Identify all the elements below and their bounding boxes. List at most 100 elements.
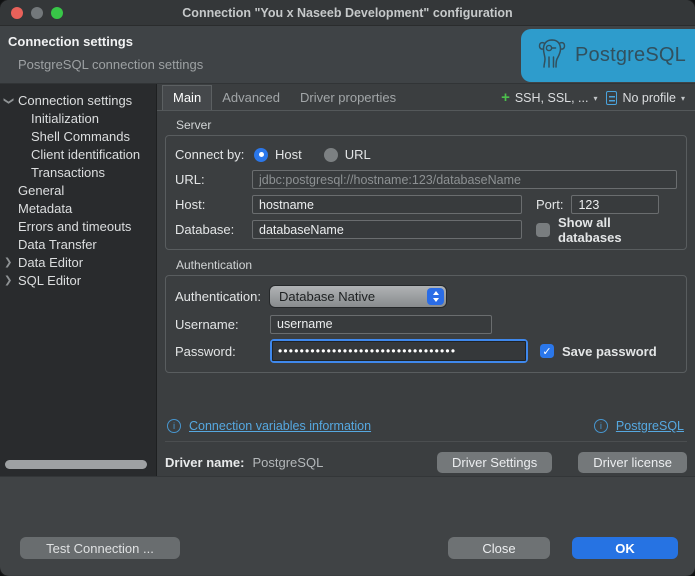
connection-variables-link[interactable]: Connection variables information xyxy=(189,419,371,433)
url-radio-label[interactable]: URL xyxy=(345,147,371,162)
window-controls xyxy=(11,7,63,19)
dialog-footer: Test Connection ... Close OK xyxy=(0,477,695,575)
host-row: Host: Port: xyxy=(175,192,677,217)
host-radio[interactable] xyxy=(254,147,268,162)
close-button[interactable]: Close xyxy=(448,537,550,559)
driver-name-label: Driver name: xyxy=(165,455,245,470)
postgresql-driver-link[interactable]: PostgreSQL xyxy=(616,419,684,433)
url-label: URL: xyxy=(175,172,205,187)
dialog-body: Connection settings Initialization Shell… xyxy=(0,84,695,477)
links-row: Connection variables information Postgre… xyxy=(165,419,687,433)
tree-item-transactions[interactable]: Transactions xyxy=(0,164,156,182)
authentication-group-label: Authentication xyxy=(176,258,253,272)
host-radio-label[interactable]: Host xyxy=(275,147,302,162)
username-row: Username: xyxy=(175,311,677,337)
tab-toolbar: SSH, SSL, ... No profile xyxy=(501,91,685,110)
authentication-row: Authentication: Database Native xyxy=(175,282,677,311)
add-icon xyxy=(501,92,510,104)
database-label: Database: xyxy=(175,222,235,237)
password-label: Password: xyxy=(175,343,236,359)
horizontal-scrollbar[interactable] xyxy=(5,460,147,469)
tree-item-general[interactable]: General xyxy=(0,182,156,200)
page-title: Connection settings xyxy=(8,34,133,49)
tree-item-metadata[interactable]: Metadata xyxy=(0,200,156,218)
driver-link-cluster: PostgreSQL xyxy=(593,419,684,433)
page-subtitle: PostgreSQL connection settings xyxy=(18,57,204,72)
authentication-groupbox: Authentication: Database Native Username… xyxy=(165,275,687,373)
info-icon xyxy=(593,419,608,433)
zoom-window-button[interactable] xyxy=(51,7,63,19)
driver-row: Driver name: PostgreSQL Driver Settings … xyxy=(165,452,687,473)
authentication-label: Authentication: xyxy=(175,289,262,304)
tree-item-label: Errors and timeouts xyxy=(18,219,132,234)
connect-by-label: Connect by: xyxy=(175,147,245,162)
server-groupbox: Connect by: Host URL URL: Host: Port: xyxy=(165,135,687,250)
chevron-right-icon[interactable] xyxy=(4,254,16,272)
tree-item-data-editor[interactable]: Data Editor xyxy=(0,254,156,272)
chevron-right-icon[interactable] xyxy=(4,272,16,290)
url-radio[interactable] xyxy=(323,147,338,162)
postgresql-logo-badge: PostgreSQL xyxy=(521,29,695,82)
url-input[interactable] xyxy=(252,170,677,189)
password-row: Password: Save password xyxy=(175,337,677,365)
tree-item-label: Data Transfer xyxy=(18,237,97,252)
tree-item-errors-and-timeouts[interactable]: Errors and timeouts xyxy=(0,218,156,236)
database-input[interactable] xyxy=(252,220,522,239)
server-group-label: Server xyxy=(176,118,212,132)
tab-advanced[interactable]: Advanced xyxy=(212,86,290,110)
title-bar: Connection "You x Naseeb Development" co… xyxy=(0,0,695,26)
url-row: URL: xyxy=(175,167,677,192)
chevron-down-icon[interactable] xyxy=(593,94,597,103)
chevron-down-icon[interactable] xyxy=(681,94,685,103)
show-all-databases-checkbox[interactable] xyxy=(536,222,550,237)
tree-item-connection-settings[interactable]: Connection settings xyxy=(0,92,156,110)
host-label: Host: xyxy=(175,197,206,212)
ok-button[interactable]: OK xyxy=(572,537,678,559)
tree-item-label: SQL Editor xyxy=(18,273,82,288)
driver-license-button[interactable]: Driver license xyxy=(578,452,687,473)
tree-item-sql-editor[interactable]: SQL Editor xyxy=(0,272,156,290)
select-chevrons-icon xyxy=(427,288,444,305)
authentication-selected-value: Database Native xyxy=(279,289,376,304)
password-focus-ring xyxy=(270,339,528,363)
authentication-select[interactable]: Database Native xyxy=(270,286,446,307)
dialog-header: Connection settings PostgreSQL connectio… xyxy=(0,26,695,84)
connect-by-row: Connect by: Host URL xyxy=(175,142,677,167)
database-row: Database: Show all databases xyxy=(175,215,677,245)
port-label: Port: xyxy=(536,197,564,212)
close-window-button[interactable] xyxy=(11,7,23,19)
tree-item-label: Metadata xyxy=(18,201,73,216)
variables-link-cluster: Connection variables information xyxy=(167,419,371,433)
port-input[interactable] xyxy=(571,195,660,214)
tree-item-shell-commands[interactable]: Shell Commands xyxy=(0,128,156,146)
host-input[interactable] xyxy=(252,195,522,214)
tree-item-client-identification[interactable]: Client identification xyxy=(0,146,156,164)
minimize-window-button[interactable] xyxy=(31,7,43,19)
test-connection-button[interactable]: Test Connection ... xyxy=(20,537,180,559)
postgresql-elephant-icon xyxy=(536,36,568,75)
password-input[interactable] xyxy=(272,341,526,361)
show-all-databases-label[interactable]: Show all databases xyxy=(558,215,677,245)
save-password-label[interactable]: Save password xyxy=(562,344,657,359)
profile-document-icon xyxy=(606,91,618,105)
profile-dropdown[interactable]: No profile xyxy=(622,91,676,105)
tree-item-initialization[interactable]: Initialization xyxy=(0,110,156,128)
tab-main[interactable]: Main xyxy=(162,85,213,110)
tree-item-label: Shell Commands xyxy=(31,129,130,144)
info-icon xyxy=(167,419,181,433)
driver-section-divider xyxy=(165,441,687,442)
settings-tree: Connection settings Initialization Shell… xyxy=(0,84,157,476)
main-tab-content: Server Connect by: Host URL URL: Host xyxy=(157,111,695,476)
tab-bar: Main Advanced Driver properties SSH, SSL… xyxy=(157,84,695,111)
ssh-ssl-dropdown[interactable]: SSH, SSL, ... xyxy=(515,91,589,105)
window-title: Connection "You x Naseeb Development" co… xyxy=(182,5,513,20)
postgresql-logo-text: PostgreSQL xyxy=(575,44,686,66)
save-password-checkbox[interactable] xyxy=(540,344,554,358)
chevron-down-icon[interactable] xyxy=(4,92,16,110)
tree-item-label: Data Editor xyxy=(18,255,84,270)
tab-driver-properties[interactable]: Driver properties xyxy=(290,86,406,110)
username-input[interactable] xyxy=(270,314,492,334)
username-label: Username: xyxy=(175,316,239,332)
tree-item-data-transfer[interactable]: Data Transfer xyxy=(0,236,156,254)
driver-settings-button[interactable]: Driver Settings xyxy=(437,452,553,473)
